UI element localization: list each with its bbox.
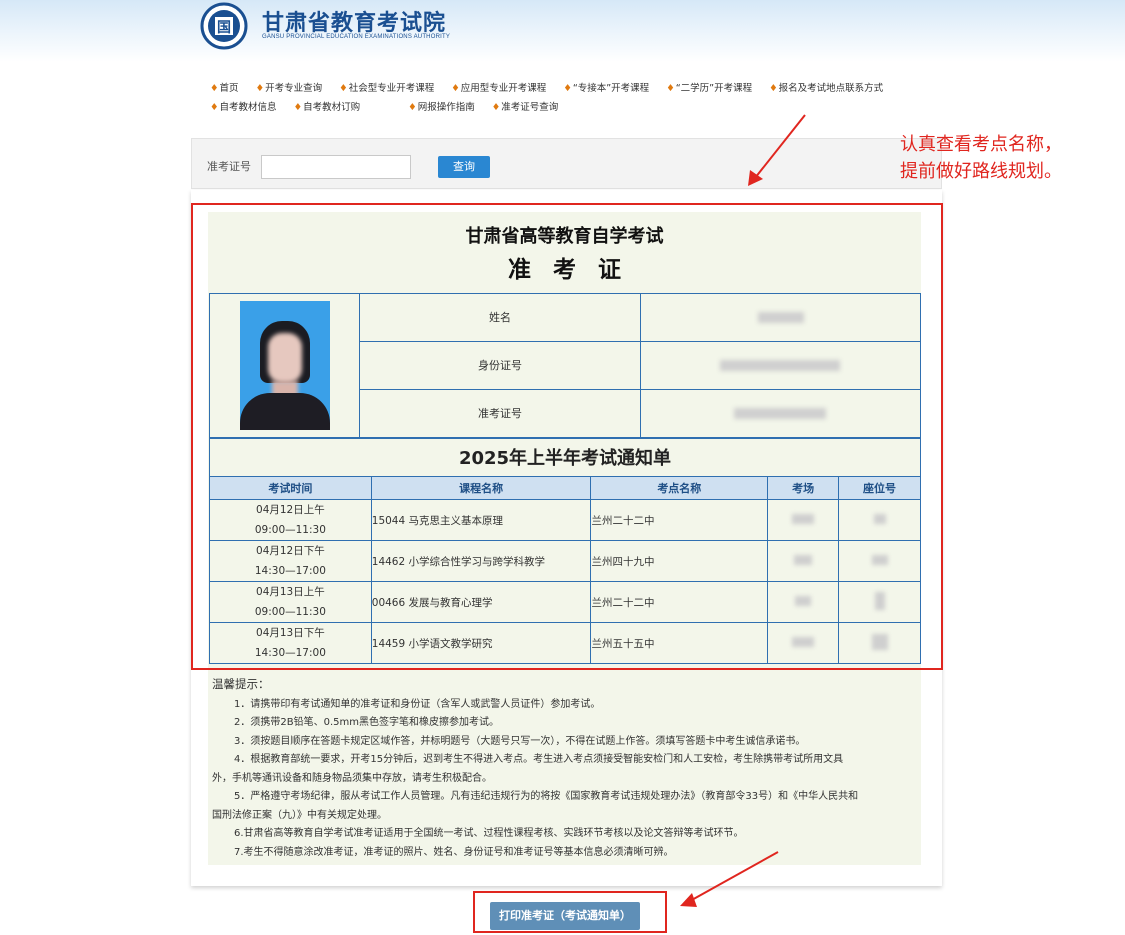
nav-item-ticket-query[interactable]: ♦准考证号查询 bbox=[492, 102, 566, 113]
search-label: 准考证号 bbox=[207, 160, 251, 173]
logo-title: 甘肃省教育考试院 bbox=[262, 11, 447, 36]
nav-item-applied-courses[interactable]: ♦应用型专业开考课程 bbox=[451, 83, 553, 94]
tip-item: 2．须携带2B铅笔、0.5mm黑色签字笔和橡皮擦参加考试。 bbox=[234, 717, 499, 728]
emblem-icon: 国 bbox=[200, 2, 248, 50]
nav-item-majors[interactable]: ♦开考专业查询 bbox=[256, 83, 330, 94]
nav-item-second-degree[interactable]: ♦“二学历”开考课程 bbox=[666, 83, 759, 94]
ticket-number-input[interactable] bbox=[261, 155, 411, 179]
tips-heading: 温馨提示： bbox=[212, 677, 270, 691]
nav-row-1: ♦首页 ♦开考专业查询 ♦社会型专业开考课程 ♦应用型专业开考课程 ♦“专接本”… bbox=[210, 80, 897, 94]
annotation-text: 认真查看考点名称， 提前做好路线规划。 bbox=[900, 134, 1062, 182]
tip-item: 7.考生不得随意涂改准考证，准考证的照片、姓名、身份证号和准考证号等基本信息必须… bbox=[234, 846, 674, 858]
tip-item: 3．须按题目顺序在答题卡规定区域作答，并标明题号（大题号只写一次），不得在试题上… bbox=[234, 735, 806, 747]
tip-item: 1．请携带印有考试通知单的准考证和身份证（含军人或武警人员证件）参加考试。 bbox=[234, 698, 601, 710]
nav-item-guide[interactable]: ♦网报操作指南 bbox=[408, 102, 482, 113]
nav-item-textbook-order[interactable]: ♦自考教材订购 bbox=[294, 102, 368, 113]
header-band bbox=[0, 0, 1125, 62]
highlight-box-print bbox=[473, 891, 667, 933]
search-panel: 准考证号 查询 bbox=[191, 138, 942, 189]
svg-text:国: 国 bbox=[217, 20, 231, 36]
tip-item: 6.甘肃省高等教育自学考试准考证适用于全国统一考试、过程性课程考核、实践环节考核… bbox=[234, 828, 744, 839]
logo-subtitle: GANSU PROVINCIAL EDUCATION EXAMINATIONS … bbox=[262, 34, 451, 40]
nav-item-contacts[interactable]: ♦报名及考试地点联系方式 bbox=[769, 83, 890, 94]
nav-item-zhuanjieben[interactable]: ♦“专接本”开考课程 bbox=[563, 83, 656, 94]
query-button[interactable]: 查询 bbox=[438, 156, 490, 178]
highlight-box-ticket bbox=[191, 203, 943, 670]
nav-item-social-courses[interactable]: ♦社会型专业开考课程 bbox=[339, 83, 441, 94]
tips-section: 温馨提示： 1．请携带印有考试通知单的准考证和身份证（含军人或武警人员证件）参加… bbox=[212, 675, 862, 862]
tip-item: 4．根据教育部统一要求，开考15分钟后，迟到考生不得进入考点。考生进入考点须接受… bbox=[212, 754, 844, 784]
nav-item-textbook-info[interactable]: ♦自考教材信息 bbox=[210, 102, 284, 113]
nav-item-home[interactable]: ♦首页 bbox=[210, 83, 246, 94]
nav-row-2: ♦自考教材信息 ♦自考教材订购 ♦网报操作指南 ♦准考证号查询 bbox=[210, 99, 572, 113]
tip-item: 5．严格遵守考场纪律，服从考试工作人员管理。凡有违纪违规行为的将按《国家教育考试… bbox=[212, 791, 859, 821]
